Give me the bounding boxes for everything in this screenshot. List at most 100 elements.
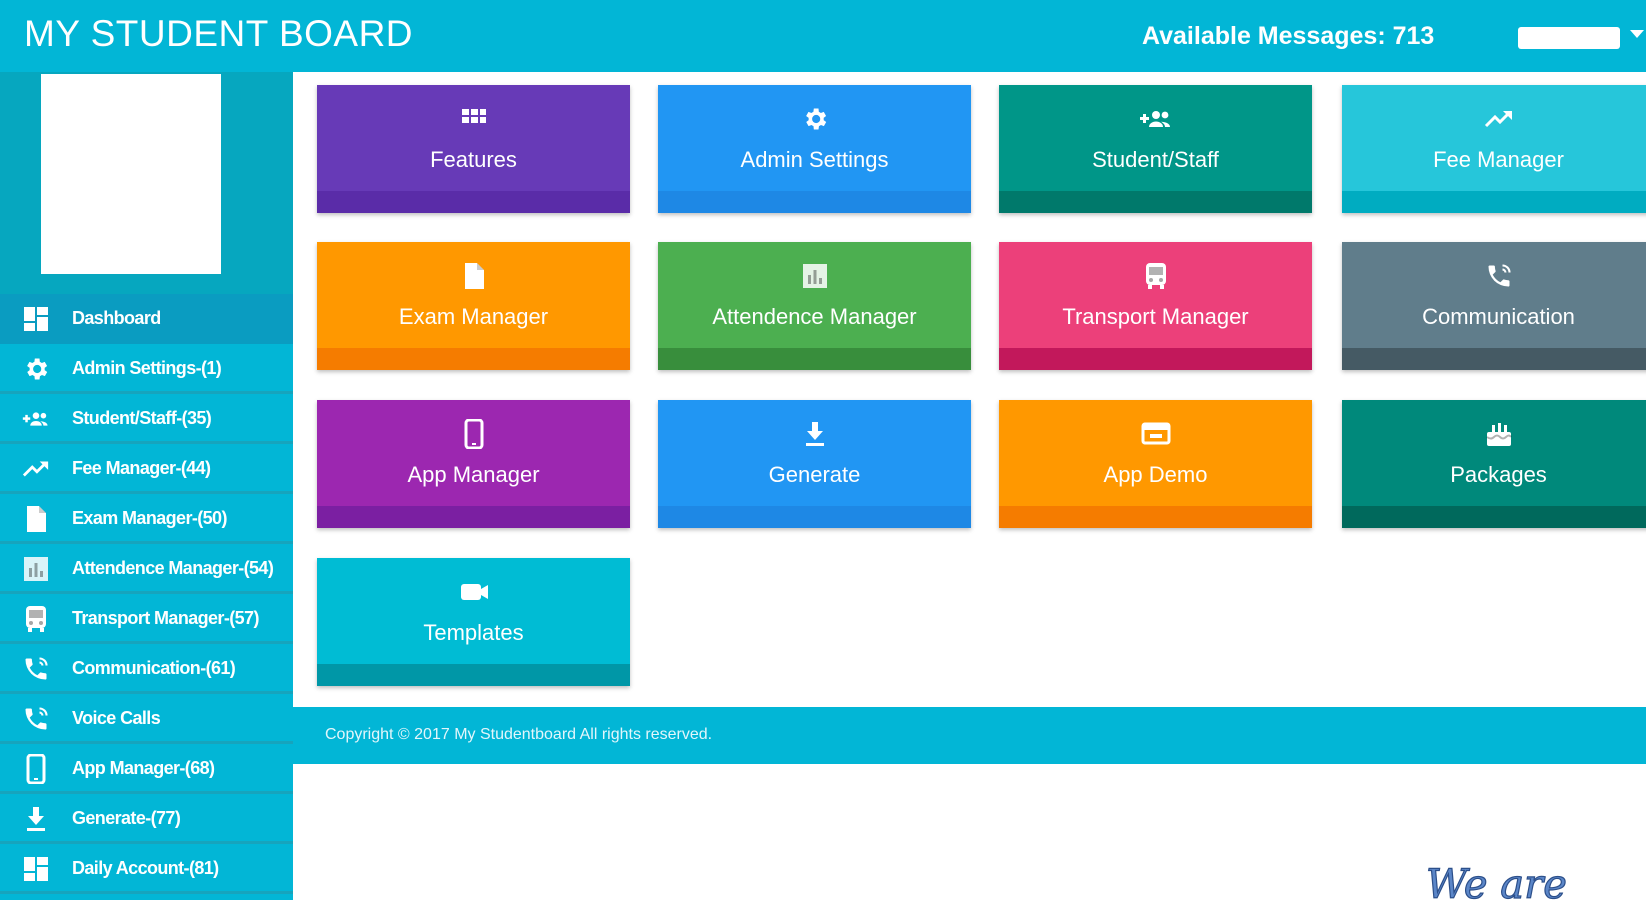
download-icon [22,806,50,832]
phone-icon [1342,260,1646,292]
tile-label: Fee Manager [1433,147,1564,172]
sidebar-item-daily-account[interactable]: Daily Account-(81) [0,844,293,894]
tile-accent-strip [317,348,630,370]
tile-accent-strip [658,506,971,528]
tile-accent-strip [999,348,1312,370]
footer: Copyright © 2017 My Studentboard All rig… [293,707,1646,764]
tile-accent-strip [658,191,971,213]
sidebar-item-voice-calls[interactable]: Voice Calls [0,694,293,744]
presentation-icon [999,418,1312,450]
sidebar: Dashboard Admin Settings-(1) Student/Staff… [0,72,293,900]
gear-icon [658,103,971,135]
top-header: MY STUDENT BOARD Available Messages: 713 [0,0,1646,72]
mobile-icon [317,418,630,450]
sidebar-item-communication[interactable]: Communication-(61) [0,644,293,694]
sidebar-item-app-manager[interactable]: App Manager-(68) [0,744,293,794]
sidebar-item-attendence-manager[interactable]: Attendence Manager-(54) [0,544,293,594]
tile-accent-strip [1342,348,1646,370]
watermark-logo: We are [1425,862,1567,900]
tile-accent-strip [317,191,630,213]
bus-icon [999,260,1312,292]
tile-student-staff[interactable]: Student/Staff [999,85,1312,213]
copyright-text: Copyright © 2017 My Studentboard All rig… [325,726,713,743]
sidebar-item-admin-settings[interactable]: Admin Settings-(1) [0,344,293,394]
tile-fee-manager[interactable]: Fee Manager [1342,85,1646,213]
tile-label: Attendence Manager [712,304,917,329]
profile-area [0,72,293,294]
tile-accent-strip [1342,506,1646,528]
available-messages: Available Messages: 713 [1142,22,1435,50]
sidebar-item-dashboard[interactable]: Dashboard [0,294,293,344]
add-group-icon [999,103,1312,135]
bar-chart-icon [658,260,971,292]
tile-label: Communication [1422,304,1575,329]
tile-transport-manager[interactable]: Transport Manager [999,242,1312,370]
phone-icon [22,706,50,732]
avatar[interactable] [41,74,221,274]
sidebar-item-label: Communication-(61) [72,658,236,678]
sidebar-menu: Dashboard Admin Settings-(1) Student/Staff… [0,294,293,894]
tile-accent-strip [999,506,1312,528]
sidebar-item-label: Student/Staff-(35) [72,408,212,428]
add-group-icon [22,406,50,432]
sidebar-item-label: Fee Manager-(44) [72,458,211,478]
trending-up-icon [1342,103,1646,135]
download-icon [658,418,971,450]
tile-communication[interactable]: Communication [1342,242,1646,370]
tile-label: Transport Manager [1062,304,1249,329]
document-icon [22,506,50,532]
tile-attendence-manager[interactable]: Attendence Manager [658,242,971,370]
mobile-icon [22,754,50,784]
sidebar-item-generate[interactable]: Generate-(77) [0,794,293,844]
tile-label: Generate [768,462,861,487]
grid-icon [317,103,630,135]
bar-chart-icon [22,556,50,582]
tile-templates[interactable]: Templates [317,558,630,686]
tile-label: App Manager [407,462,540,487]
sidebar-item-transport-manager[interactable]: Transport Manager-(57) [0,594,293,644]
video-icon [317,576,630,608]
tile-label: Packages [1450,462,1547,487]
tile-generate[interactable]: Generate [658,400,971,528]
tile-label: Templates [423,620,524,645]
phone-icon [22,656,50,682]
document-icon [317,260,630,292]
sidebar-item-label: Dashboard [72,308,161,328]
tile-features[interactable]: Features [317,85,630,213]
sidebar-item-label: Exam Manager-(50) [72,508,227,528]
sidebar-item-label: Attendence Manager-(54) [72,558,274,578]
tile-accent-strip [317,506,630,528]
sidebar-item-label: Admin Settings-(1) [72,358,222,378]
tile-packages[interactable]: Packages [1342,400,1646,528]
gear-icon [22,356,50,382]
tile-accent-strip [1342,191,1646,213]
tile-admin-settings[interactable]: Admin Settings [658,85,971,213]
sidebar-item-student-staff[interactable]: Student/Staff-(35) [0,394,293,444]
dashboard-icon [22,306,50,332]
brand-title[interactable]: MY STUDENT BOARD [24,12,413,56]
svg-text:We are: We are [1426,862,1567,900]
tile-label: Student/Staff [1092,147,1219,172]
tile-label: Admin Settings [740,147,889,172]
bus-icon [22,606,50,632]
tile-label: Exam Manager [398,304,549,329]
dashboard-icon [22,856,50,882]
cake-icon [1342,418,1646,450]
sidebar-item-label: App Manager-(68) [72,758,215,778]
trending-up-icon [22,456,50,482]
tile-app-demo[interactable]: App Demo [999,400,1312,528]
user-menu[interactable] [1518,27,1620,49]
sidebar-item-label: Generate-(77) [72,808,181,828]
tile-label: Features [430,147,517,172]
tile-accent-strip [999,191,1312,213]
sidebar-item-label: Voice Calls [72,708,161,728]
chevron-down-icon[interactable] [1630,30,1644,38]
sidebar-item-exam-manager[interactable]: Exam Manager-(50) [0,494,293,544]
tile-label: App Demo [1103,462,1208,487]
tile-accent-strip [317,664,630,686]
sidebar-item-fee-manager[interactable]: Fee Manager-(44) [0,444,293,494]
tile-accent-strip [658,348,971,370]
tile-app-manager[interactable]: App Manager [317,400,630,528]
sidebar-item-label: Daily Account-(81) [72,858,219,878]
tile-exam-manager[interactable]: Exam Manager [317,242,630,370]
